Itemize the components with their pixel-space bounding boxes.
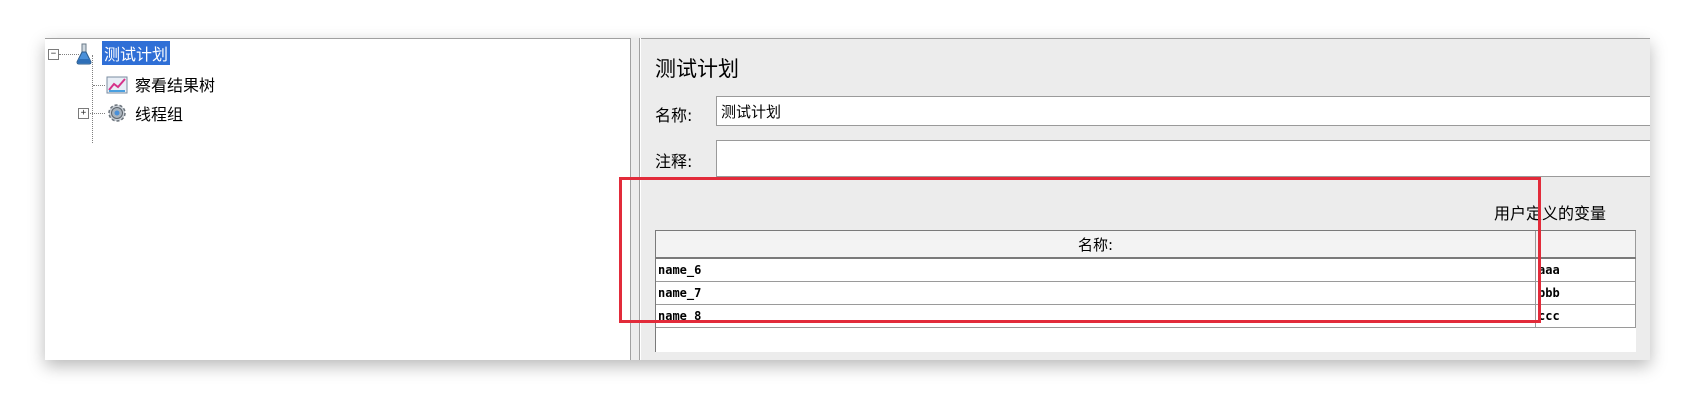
name-field[interactable]: 测试计划 xyxy=(716,96,1650,126)
panel-title: 测试计划 xyxy=(655,57,739,81)
test-plan-tree: − 测试计划 察看结果树 + 线程组 xyxy=(45,38,631,360)
tree-node-thread-group[interactable]: 线程组 xyxy=(133,103,185,124)
table-empty-area[interactable] xyxy=(656,328,1636,352)
comment-field[interactable] xyxy=(716,140,1650,177)
jmeter-window: − 测试计划 察看结果树 + 线程组 测试计划 名称: 测试计划 注释: 用户定… xyxy=(45,38,1650,360)
expand-toggle[interactable]: + xyxy=(78,108,89,119)
comment-label: 注释: xyxy=(655,152,693,171)
tree-node-label: 察看结果树 xyxy=(135,76,216,95)
variable-value-cell[interactable]: bbb xyxy=(1536,282,1636,304)
variable-value-cell[interactable]: ccc xyxy=(1536,305,1636,327)
collapse-toggle[interactable]: − xyxy=(48,49,59,60)
flask-icon xyxy=(76,43,92,65)
chart-icon xyxy=(106,76,128,94)
gear-icon xyxy=(108,104,126,122)
tree-connector xyxy=(92,55,93,143)
tree-node-view-results-tree[interactable]: 察看结果树 xyxy=(133,74,217,95)
highlight-box xyxy=(619,177,1541,323)
tree-node-label: 测试计划 xyxy=(102,41,171,65)
tree-node-test-plan[interactable]: 测试计划 xyxy=(102,41,171,65)
variable-value-cell[interactable]: aaa xyxy=(1536,259,1636,281)
tree-connector xyxy=(93,85,105,86)
name-label: 名称: xyxy=(655,106,693,125)
tree-node-label: 线程组 xyxy=(135,105,184,124)
column-header-value[interactable] xyxy=(1536,231,1636,257)
